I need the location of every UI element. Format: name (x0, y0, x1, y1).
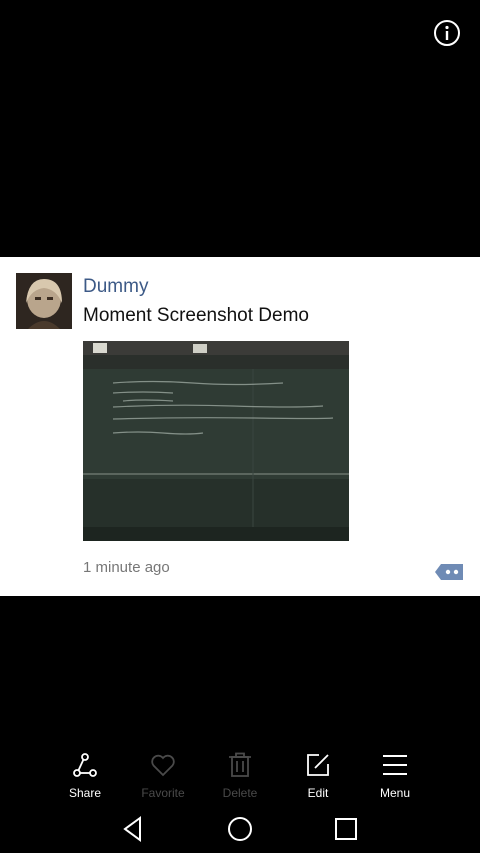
menu-label: Menu (379, 786, 411, 800)
post-text: Moment Screenshot Demo (83, 305, 309, 326)
moment-card: Dummy Moment Screenshot Demo 1 minute ag (0, 257, 480, 596)
favorite-button[interactable]: Favorite (128, 748, 198, 806)
share-label: Share (68, 786, 102, 800)
avatar[interactable] (16, 273, 72, 329)
edit-button[interactable]: Edit (283, 748, 353, 806)
system-nav-bar (0, 806, 480, 853)
info-icon (434, 20, 460, 46)
share-button[interactable]: Share (50, 748, 120, 806)
post-time: 1 minute ago (83, 559, 170, 576)
favorite-label: Favorite (141, 786, 185, 800)
back-icon[interactable] (118, 814, 148, 844)
user-name[interactable]: Dummy (83, 276, 148, 298)
edit-label: Edit (307, 786, 329, 800)
comment-button[interactable] (433, 561, 465, 583)
recents-icon[interactable] (331, 814, 361, 844)
comment-icon (435, 564, 463, 580)
trash-icon (229, 752, 251, 777)
edit-icon (307, 754, 329, 776)
post-photo[interactable] (83, 341, 349, 541)
share-icon (73, 753, 97, 777)
info-button[interactable] (433, 19, 461, 47)
menu-button[interactable]: Menu (360, 748, 430, 806)
heart-icon (151, 754, 175, 777)
home-icon[interactable] (225, 814, 255, 844)
delete-label: Delete (222, 786, 258, 800)
menu-icon (383, 755, 407, 775)
bottom-toolbar: Share Favorite Delete Edit Menu (0, 748, 480, 806)
delete-button[interactable]: Delete (205, 748, 275, 806)
